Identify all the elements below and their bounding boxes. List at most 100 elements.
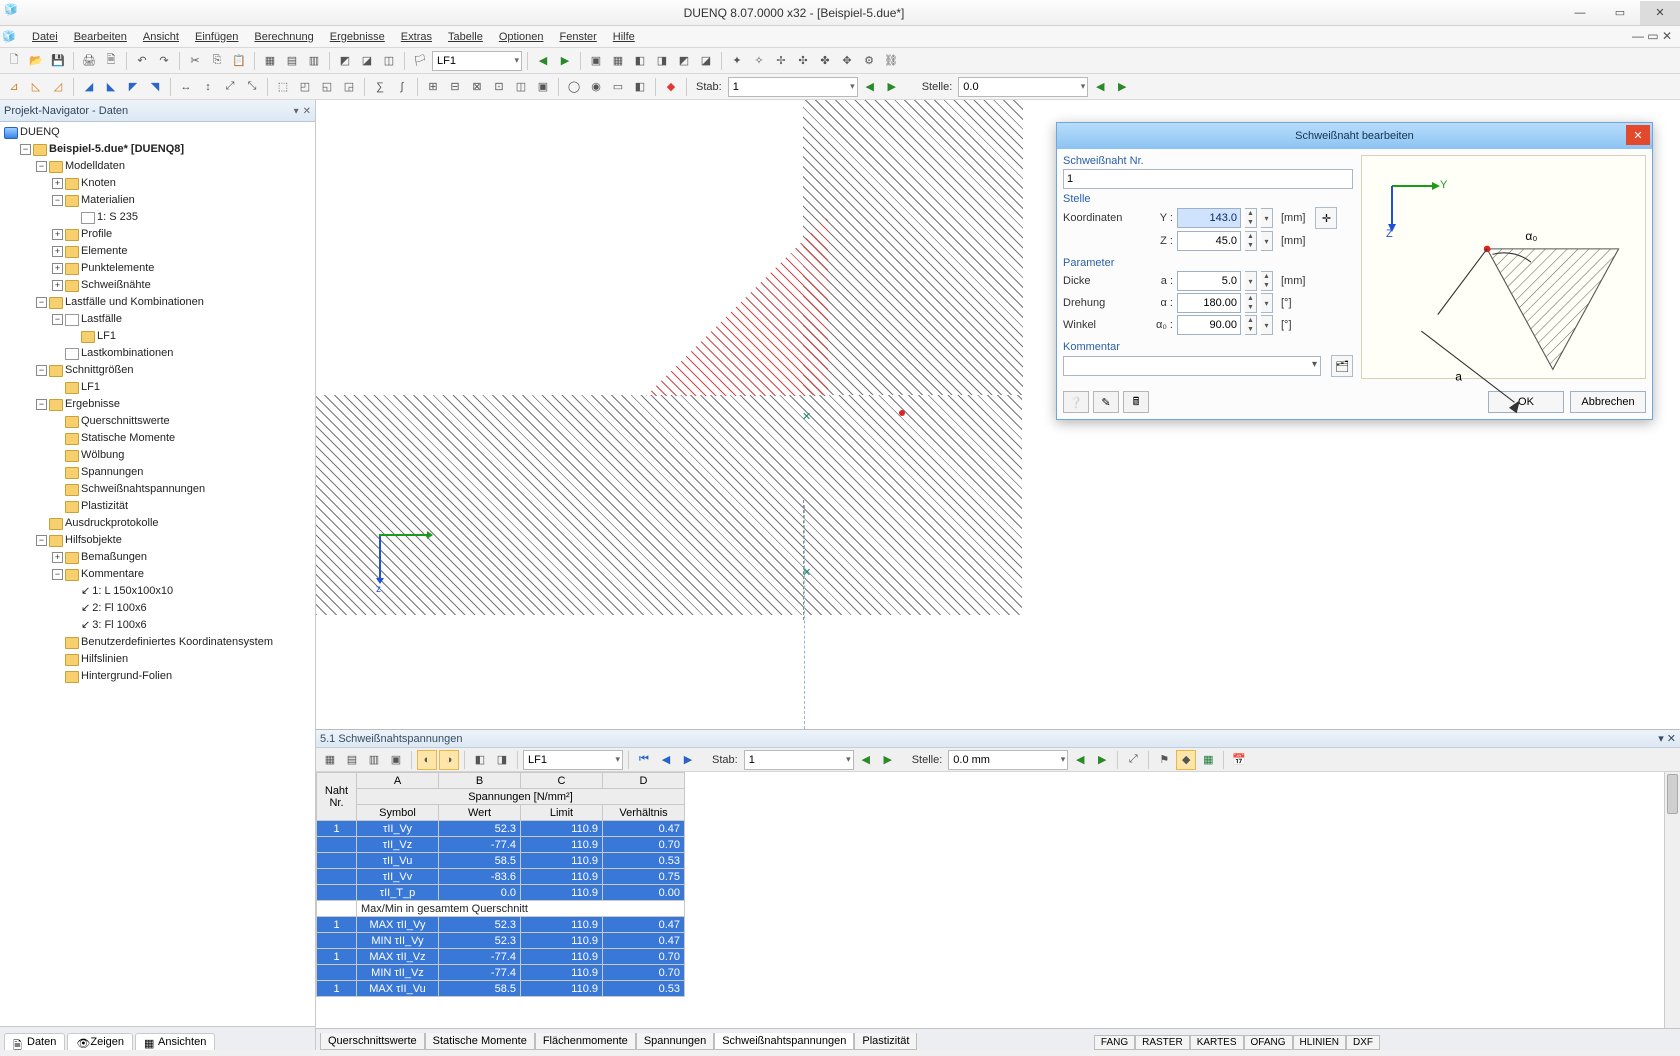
minimize-button[interactable]: — — [1560, 1, 1600, 25]
shape6-icon[interactable]: ◤ — [123, 77, 143, 97]
dialog-calc-button[interactable]: 🖩 — [1123, 391, 1149, 413]
rt1-icon[interactable]: ▦ — [320, 750, 340, 770]
tool-e-icon[interactable]: ◪ — [357, 51, 377, 71]
status-raster[interactable]: RASTER — [1135, 1035, 1190, 1050]
a-dropdown-icon[interactable]: ▾ — [1245, 271, 1257, 291]
status-kartes[interactable]: KARTES — [1190, 1035, 1244, 1050]
z-input[interactable]: 45.0 — [1177, 231, 1241, 251]
op4-icon[interactable]: ⊟ — [445, 77, 465, 97]
rnav-next-icon[interactable]: ▶ — [678, 750, 698, 770]
shape1-icon[interactable]: ⊿ — [4, 77, 24, 97]
shape4-icon[interactable]: ◢ — [79, 77, 99, 97]
results-lf-combo[interactable]: LF1 — [523, 750, 623, 770]
nav-close-icon[interactable]: ✕ — [303, 106, 311, 117]
undo-icon[interactable]: ↶ — [132, 51, 152, 71]
z-dropdown-icon[interactable]: ▾ — [1261, 231, 1273, 251]
rt4-icon[interactable]: ▣ — [386, 750, 406, 770]
stab-prev-icon[interactable]: ◀ — [860, 77, 880, 97]
rtab-5[interactable]: Plastizität — [854, 1033, 917, 1050]
dim3-icon[interactable]: ⤢ — [220, 77, 240, 97]
nav-tab-zeigen[interactable]: 👁Zeigen — [67, 1033, 133, 1050]
a0-input[interactable]: 90.00 — [1177, 315, 1241, 335]
ck3-icon[interactable]: ▭ — [608, 77, 628, 97]
tool-b-icon[interactable]: ▤ — [282, 51, 302, 71]
shape7-icon[interactable]: ◥ — [145, 77, 165, 97]
dim2-icon[interactable]: ↕ — [198, 77, 218, 97]
menu-einfuegen[interactable]: Einfügen — [187, 29, 246, 45]
rtab-3[interactable]: Spannungen — [636, 1033, 714, 1050]
rtab-4[interactable]: Schweißnahtspannungen — [714, 1033, 854, 1050]
copy-icon[interactable]: ⎘ — [207, 51, 227, 71]
rtab-0[interactable]: Querschnittswerte — [320, 1033, 425, 1050]
stab-next-icon[interactable]: ▶ — [882, 77, 902, 97]
misc2-icon[interactable]: ✧ — [749, 51, 769, 71]
komm-pick-button[interactable]: 🗂 — [1331, 355, 1353, 377]
stab-combo[interactable]: 1 — [728, 77, 858, 97]
weld-nr-input[interactable] — [1063, 169, 1353, 189]
loadcase-combo[interactable]: LF1 — [432, 51, 522, 71]
navigator-tree[interactable]: DUENQ −Beispiel-5.due* [DUENQ8] −Modelld… — [0, 122, 315, 1026]
tool-c-icon[interactable]: ▥ — [304, 51, 324, 71]
tool-g-icon[interactable]: 🏳 — [410, 51, 430, 71]
a0-stepper[interactable]: ▲▼ — [1245, 315, 1257, 335]
a-input[interactable]: 5.0 — [1177, 271, 1241, 291]
sel4-icon[interactable]: ◲ — [339, 77, 359, 97]
view2-icon[interactable]: ▦ — [608, 51, 628, 71]
results-grid[interactable]: Naht Nr. A B C D Spannungen [N/mm²] Symb… — [316, 772, 1680, 1028]
view6-icon[interactable]: ◪ — [696, 51, 716, 71]
sel1-icon[interactable]: ⬚ — [273, 77, 293, 97]
a0-dropdown-icon[interactable]: ▾ — [1261, 315, 1273, 335]
app-menu-icon[interactable]: 🧊 — [2, 30, 20, 43]
misc4-icon[interactable]: ✣ — [793, 51, 813, 71]
misc8-icon[interactable]: ⛓ — [881, 51, 901, 71]
tool-a-icon[interactable]: ▦ — [260, 51, 280, 71]
dim1-icon[interactable]: ↔ — [176, 77, 196, 97]
rtab-1[interactable]: Statische Momente — [425, 1033, 535, 1050]
status-hlinien[interactable]: HLINIEN — [1293, 1035, 1346, 1050]
tool-d-icon[interactable]: ◩ — [335, 51, 355, 71]
a-stepper[interactable]: ▲▼ — [1261, 271, 1273, 291]
view3-icon[interactable]: ◧ — [630, 51, 650, 71]
status-fang[interactable]: FANG — [1094, 1035, 1135, 1050]
rnav-first-icon[interactable]: ⏮ — [634, 750, 654, 770]
nav-tab-daten[interactable]: 🗎Daten — [4, 1033, 65, 1050]
y-stepper[interactable]: ▲▼ — [1245, 208, 1257, 228]
rt5-icon[interactable]: ◐ — [417, 750, 437, 770]
rfilter-icon[interactable]: ⚑ — [1154, 750, 1174, 770]
results-scrollbar[interactable] — [1664, 772, 1680, 1028]
y-input[interactable]: 143.0 — [1177, 208, 1241, 228]
nav-tab-ansichten[interactable]: ▦Ansichten — [135, 1033, 215, 1050]
rtab-2[interactable]: Flächenmomente — [535, 1033, 636, 1050]
menu-extras[interactable]: Extras — [393, 29, 440, 45]
open-icon[interactable]: 📂 — [26, 51, 46, 71]
op7-icon[interactable]: ◫ — [511, 77, 531, 97]
misc7-icon[interactable]: ⚙ — [859, 51, 879, 71]
z-stepper[interactable]: ▲▼ — [1245, 231, 1257, 251]
nav-next-icon[interactable]: ▶ — [555, 51, 575, 71]
op6-icon[interactable]: ⊡ — [489, 77, 509, 97]
alpha-dropdown-icon[interactable]: ▾ — [1261, 293, 1273, 313]
results-pin-icon[interactable]: ▾ — [1658, 733, 1664, 745]
shape5-icon[interactable]: ◣ — [101, 77, 121, 97]
misc1-icon[interactable]: ✦ — [727, 51, 747, 71]
misc6-icon[interactable]: ✥ — [837, 51, 857, 71]
rnav-prev-icon[interactable]: ◀ — [656, 750, 676, 770]
op3-icon[interactable]: ⊞ — [423, 77, 443, 97]
op2-icon[interactable]: ∫ — [392, 77, 412, 97]
nav-prev-icon[interactable]: ◀ — [533, 51, 553, 71]
sel2-icon[interactable]: ◰ — [295, 77, 315, 97]
op8-icon[interactable]: ▣ — [533, 77, 553, 97]
mdi-close-icon[interactable]: — ▭ ✕ — [1632, 29, 1672, 43]
rcolor-icon[interactable]: ◆ — [1176, 750, 1196, 770]
results-stab-combo[interactable]: 1 — [744, 750, 854, 770]
op5-icon[interactable]: ⊠ — [467, 77, 487, 97]
pick-coords-button[interactable]: ✛ — [1315, 207, 1337, 229]
sel3-icon[interactable]: ◱ — [317, 77, 337, 97]
dialog-close-button[interactable]: ✕ — [1626, 125, 1650, 145]
dim4-icon[interactable]: ⤡ — [242, 77, 262, 97]
maximize-button[interactable]: ▭ — [1600, 1, 1640, 25]
stelle-prev-icon[interactable]: ◀ — [1090, 77, 1110, 97]
save-icon[interactable]: 💾 — [48, 51, 68, 71]
y-dropdown-icon[interactable]: ▾ — [1261, 208, 1273, 228]
shape3-icon[interactable]: ◿ — [48, 77, 68, 97]
